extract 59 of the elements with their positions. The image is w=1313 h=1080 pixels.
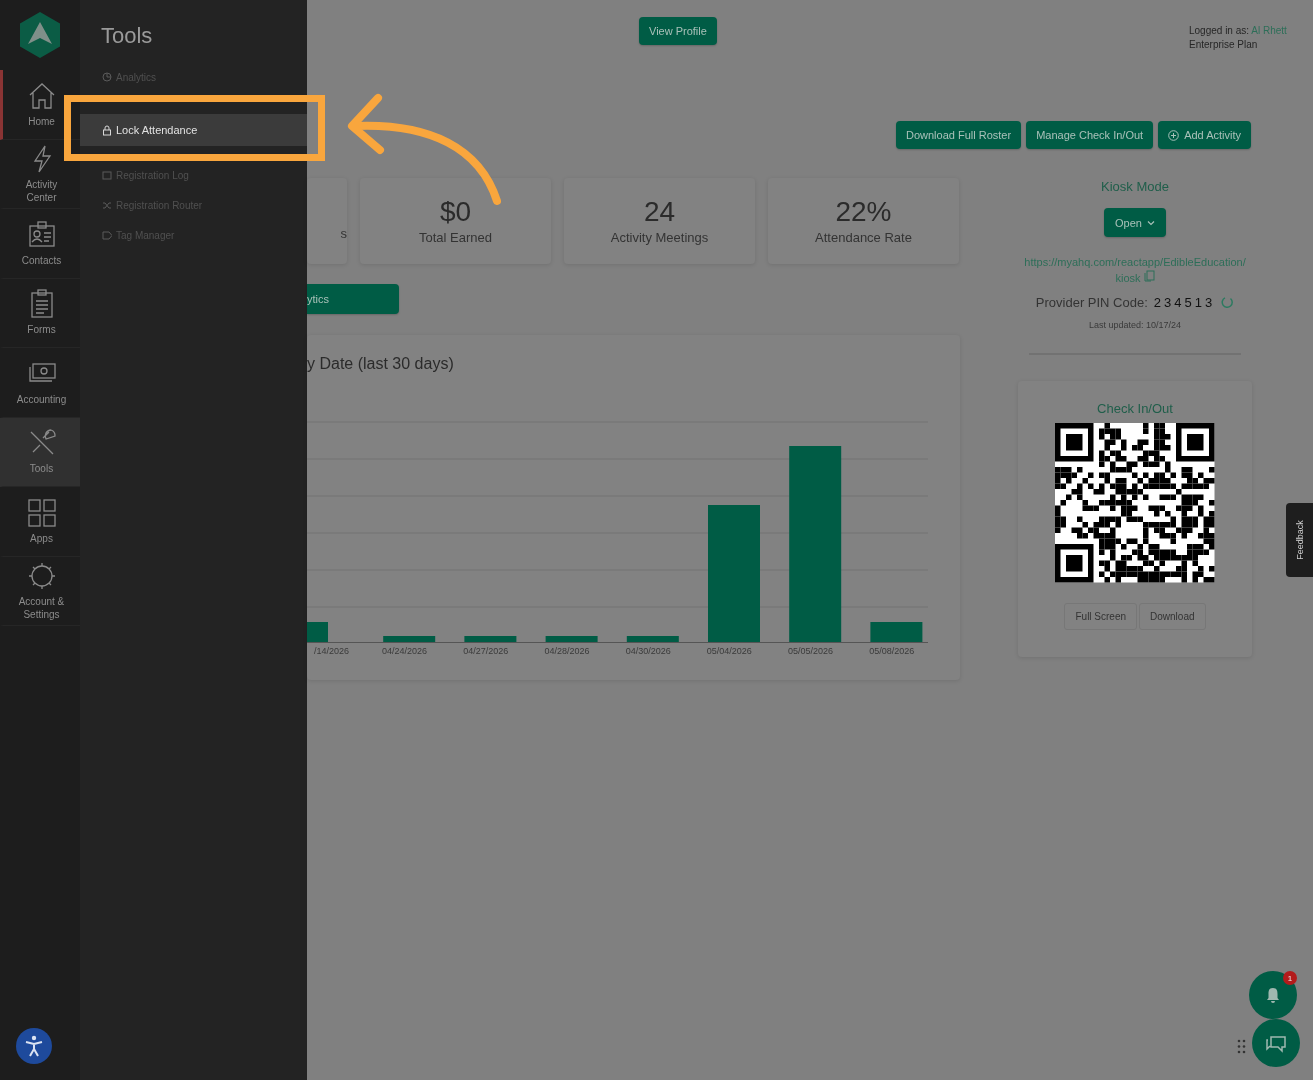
drag-handle-icon[interactable] — [1237, 1039, 1246, 1054]
plan-label: Enterprise Plan — [1189, 39, 1258, 50]
gear-icon — [26, 560, 57, 591]
axis-label: 04/24/2026 — [381, 646, 429, 656]
check-in-title: Check In/Out — [1097, 401, 1173, 416]
axis-label: 05/05/2026 — [787, 646, 835, 656]
stat-value: 24 — [643, 197, 676, 227]
chart-bar — [870, 622, 923, 642]
open-dropdown[interactable]: Open — [1104, 208, 1166, 237]
kiosk-title: Kiosk Mode — [1101, 179, 1169, 194]
stat-label: Activity Meetings — [610, 230, 709, 245]
stat-value: $0 — [439, 197, 472, 227]
notification-badge: 1 — [1283, 971, 1297, 985]
stat-label: s — [340, 226, 347, 241]
bell-icon — [1264, 986, 1282, 1004]
chart-bar — [545, 636, 598, 642]
panel-title: Tools — [101, 22, 154, 50]
axis-label: /14/2026 — [312, 646, 349, 656]
chart-bar — [383, 636, 436, 642]
stat-label: Attendance Rate — [815, 230, 912, 245]
chart-bar — [464, 636, 517, 642]
square-icon — [102, 169, 112, 181]
pin-label: Provider PIN Code: — [1035, 295, 1148, 310]
chart-bar — [307, 622, 328, 642]
qr-action-button[interactable]: Download — [1139, 602, 1206, 630]
axis-label: 05/08/2026 — [868, 646, 916, 656]
tag-icon — [102, 229, 112, 241]
stat-label: Total Earned — [419, 230, 492, 245]
axis-label: 04/27/2026 — [462, 646, 510, 656]
action-button[interactable]: Download Full Roster — [895, 121, 1022, 149]
action-button[interactable]: Manage Check In/Out — [1026, 121, 1154, 149]
pin-code: 234513 — [1153, 295, 1216, 310]
axis-label: 05/04/2026 — [705, 646, 753, 656]
chevron-down-icon — [1146, 219, 1155, 226]
login-label: Logged in as: — [1189, 25, 1250, 36]
logo-icon[interactable] — [19, 11, 61, 59]
menu-item[interactable]: Lock Attendance — [80, 114, 307, 146]
stat-value: 22% — [835, 197, 892, 227]
view-profile-button[interactable]: View Profile — [639, 17, 717, 45]
notification-button[interactable] — [1249, 971, 1297, 1019]
chart-bar — [626, 636, 679, 642]
id-card-icon — [26, 219, 57, 250]
chat-bubbles-icon — [1265, 1033, 1287, 1053]
grid-icon — [26, 497, 57, 528]
chart-title: y Date (last 30 days) — [307, 355, 454, 373]
lock-icon — [102, 124, 112, 136]
feedback-tab[interactable]: Feedback — [1286, 503, 1313, 577]
analytics-button[interactable]: ytics — [307, 284, 399, 314]
chat-button[interactable] — [1252, 1019, 1300, 1067]
pie-chart-icon — [102, 71, 112, 83]
qr-action-button[interactable]: Full Screen — [1064, 602, 1138, 630]
axis-label: 04/28/2026 — [543, 646, 591, 656]
action-button[interactable]: Add Activity — [1158, 121, 1251, 149]
sidebar-item[interactable]: Tools — [0, 417, 80, 487]
last-updated-text: Last updated: 10/17/24 — [1088, 320, 1182, 330]
accessibility-button[interactable] — [16, 1028, 52, 1064]
shuffle-icon — [102, 199, 112, 211]
axis-label: 04/30/2026 — [624, 646, 672, 656]
plus-circle-icon — [1168, 129, 1180, 141]
